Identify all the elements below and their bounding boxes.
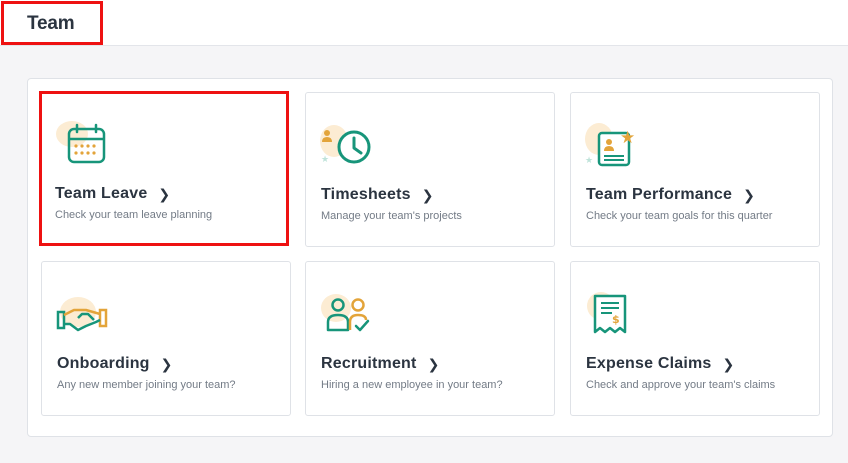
chevron-right-icon: ❯	[427, 355, 440, 372]
team-performance-description: Check your team goals for this quarter	[586, 210, 773, 222]
team-performance-title: Team Performance ❯	[586, 186, 756, 203]
team-performance-card[interactable]: ★ ★ Team Performance ❯ Check your team g…	[570, 92, 820, 247]
chevron-right-icon: ❯	[722, 355, 735, 372]
onboarding-title: Onboarding ❯	[57, 355, 173, 372]
chevron-right-icon: ❯	[158, 185, 171, 202]
team-leave-card[interactable]: Team Leave ❯ Check your team leave plann…	[39, 91, 289, 246]
expense-claims-description: Check and approve your team's claims	[586, 379, 776, 391]
svg-text:★: ★	[321, 155, 329, 165]
recruitment-title: Recruitment ❯	[321, 355, 440, 372]
onboarding-description: Any new member joining your team?	[57, 379, 236, 391]
timesheets-description: Manage your team's projects	[321, 210, 462, 222]
handshake-icon	[56, 290, 112, 338]
clock-icon: ★	[320, 121, 376, 169]
chevron-right-icon: ❯	[743, 186, 756, 203]
chevron-right-icon: ❯	[421, 186, 434, 203]
performance-icon: ★ ★	[585, 121, 641, 169]
recruitment-icon	[320, 290, 376, 338]
svg-text:★: ★	[585, 156, 593, 166]
team-leave-title: Team Leave ❯	[55, 185, 171, 202]
receipt-icon: $	[585, 290, 641, 338]
chevron-right-icon: ❯	[160, 355, 173, 372]
recruitment-card[interactable]: Recruitment ❯ Hiring a new employee in y…	[305, 261, 555, 416]
expense-claims-card[interactable]: $ Expense Claims ❯ Check and approve you…	[570, 261, 820, 416]
onboarding-card[interactable]: Onboarding ❯ Any new member joining your…	[41, 261, 291, 416]
svg-text:★: ★	[620, 128, 635, 148]
calendar-icon	[54, 120, 110, 168]
timesheets-card[interactable]: ★ Timesheets ❯ Manage your team's projec…	[305, 92, 555, 247]
expense-claims-title: Expense Claims ❯	[586, 355, 735, 372]
svg-text:$: $	[612, 313, 620, 326]
team-panel: Team Leave ❯ Check your team leave plann…	[27, 78, 833, 437]
team-leave-description: Check your team leave planning	[55, 209, 213, 221]
timesheets-title: Timesheets ❯	[321, 186, 434, 203]
top-bar: Team	[0, 0, 848, 46]
recruitment-description: Hiring a new employee in your team?	[321, 379, 503, 391]
page-title: Team	[1, 1, 103, 45]
